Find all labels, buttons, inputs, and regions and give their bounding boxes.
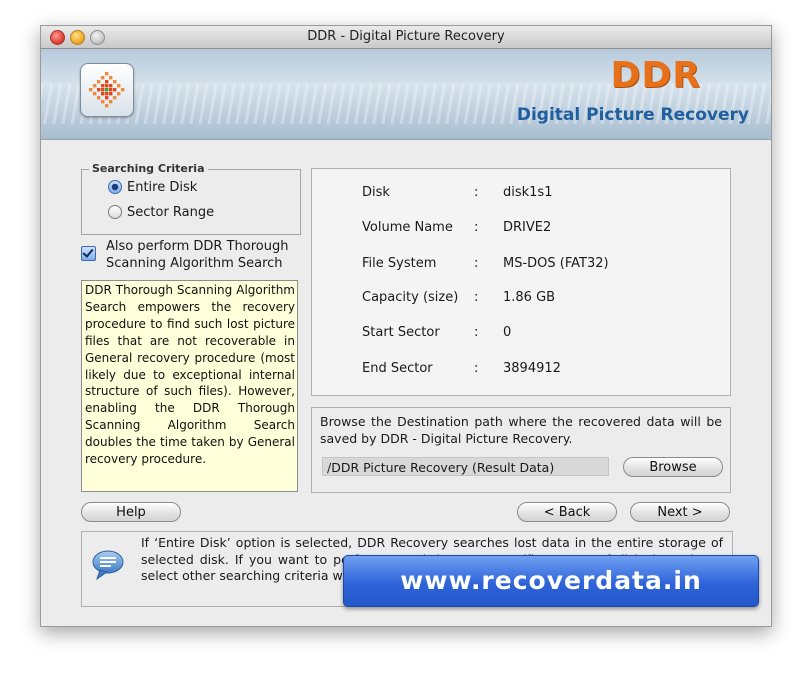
disk-info-label: Capacity (size) bbox=[362, 290, 459, 305]
thorough-scan-label: Also perform DDR Thorough Scanning Algor… bbox=[106, 239, 289, 271]
disk-info-label: Start Sector bbox=[362, 325, 440, 340]
radio-sector-range[interactable]: Sector Range bbox=[108, 203, 214, 221]
destination-instructions: Browse the Destination path where the re… bbox=[320, 414, 722, 446]
disk-info-value: 1.86 GB bbox=[503, 290, 556, 305]
brand-name: DDR bbox=[610, 55, 701, 96]
destination-panel: Browse the Destination path where the re… bbox=[311, 407, 731, 493]
radio-entire-disk[interactable]: Entire Disk bbox=[108, 178, 197, 196]
radio-entire-disk-indicator[interactable] bbox=[108, 180, 122, 194]
disk-info-label: Disk bbox=[362, 185, 390, 200]
thorough-scan-description: DDR Thorough Scanning Algorithm Search e… bbox=[81, 280, 298, 492]
back-button[interactable]: < Back bbox=[517, 502, 617, 522]
next-button[interactable]: Next > bbox=[630, 502, 730, 522]
searching-criteria-legend: Searching Criteria bbox=[89, 162, 208, 175]
browse-button[interactable]: Browse bbox=[623, 457, 723, 477]
disk-info-separator: : bbox=[474, 185, 479, 200]
destination-path-field[interactable]: /DDR Picture Recovery (Result Data) bbox=[322, 457, 609, 476]
product-name: Digital Picture Recovery bbox=[516, 105, 749, 125]
speech-bubble-icon bbox=[92, 550, 124, 581]
disk-info-separator: : bbox=[474, 256, 479, 271]
disk-info-value: DRIVE2 bbox=[503, 220, 552, 235]
searching-criteria-group: Searching Criteria Entire Disk Sector Ra… bbox=[81, 162, 301, 235]
disk-info-value: 3894912 bbox=[503, 361, 561, 376]
disk-info-panel: Disk : disk1s1 Volume Name : DRIVE2 File… bbox=[311, 168, 731, 396]
disk-info-separator: : bbox=[474, 325, 479, 340]
disk-info-separator: : bbox=[474, 361, 479, 376]
disk-info-label: File System bbox=[362, 256, 437, 271]
app-logo bbox=[80, 63, 134, 117]
title-bar[interactable]: DDR - Digital Picture Recovery bbox=[41, 26, 771, 49]
radio-entire-disk-label: Entire Disk bbox=[127, 179, 198, 195]
header-banner: DDR Digital Picture Recovery bbox=[41, 49, 771, 140]
disk-info-separator: : bbox=[474, 290, 479, 305]
app-window: DDR - Digital Picture Recovery DDR Digit… bbox=[40, 25, 772, 627]
radio-sector-range-indicator[interactable] bbox=[108, 205, 122, 219]
disk-info-label: End Sector bbox=[362, 361, 433, 376]
disk-info-value: 0 bbox=[503, 325, 512, 340]
disk-info-value: disk1s1 bbox=[503, 185, 553, 200]
disk-info-label: Volume Name bbox=[362, 220, 453, 235]
disk-info-value: MS-DOS (FAT32) bbox=[503, 256, 609, 271]
radio-sector-range-label: Sector Range bbox=[127, 204, 215, 220]
website-watermark: www.recoverdata.in bbox=[343, 555, 759, 607]
thorough-scan-checkbox[interactable] bbox=[81, 246, 96, 261]
help-button[interactable]: Help bbox=[81, 502, 181, 522]
window-title: DDR - Digital Picture Recovery bbox=[307, 29, 505, 44]
disk-info-separator: : bbox=[474, 220, 479, 235]
pixel-grid-icon bbox=[89, 72, 125, 108]
